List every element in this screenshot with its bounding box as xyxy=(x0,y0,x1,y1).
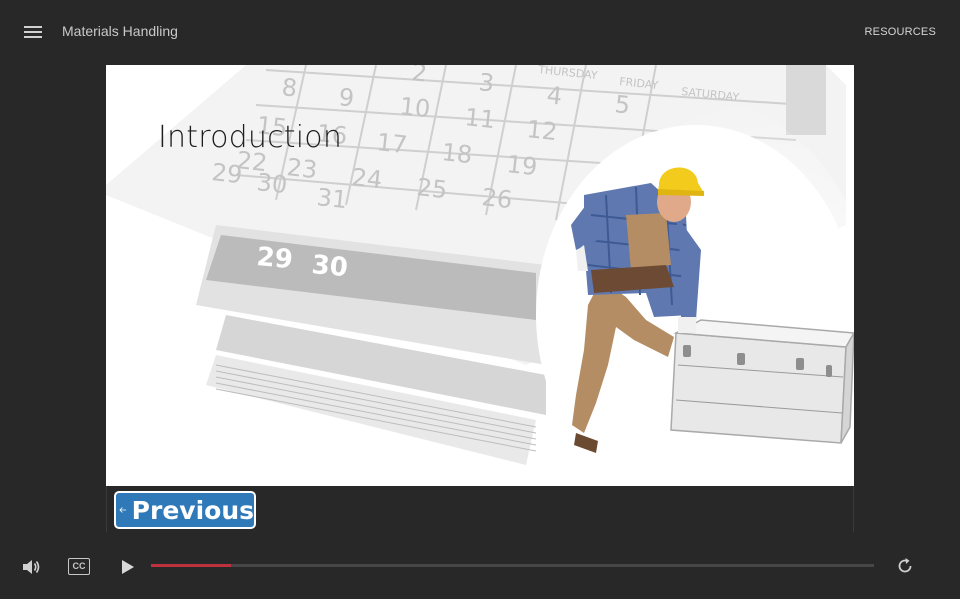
calendar-number: 23 xyxy=(285,153,318,184)
calendar-page-number: 30 xyxy=(310,250,349,283)
previous-button[interactable]: Previous xyxy=(114,491,256,529)
progress-bar-fill xyxy=(151,564,231,567)
replay-icon[interactable] xyxy=(896,557,914,575)
calendar-number: 2 xyxy=(410,65,428,88)
top-bar: Materials Handling RESOURCES xyxy=(0,0,960,64)
slide-title: Introduction xyxy=(158,120,343,155)
calendar-page-number: 29 xyxy=(255,242,294,275)
calendar-number: 9 xyxy=(337,83,355,112)
calendar-number: 3 xyxy=(477,68,495,97)
calendar-number: 5 xyxy=(613,90,631,119)
resources-button[interactable]: RESOURCES xyxy=(865,26,936,38)
arrow-left-icon xyxy=(119,507,127,513)
hamburger-menu-icon[interactable] xyxy=(24,26,42,39)
volume-icon[interactable] xyxy=(21,558,41,576)
calendar-number: 25 xyxy=(415,173,448,204)
calendar-number: 29 xyxy=(210,158,243,189)
calendar-number: 19 xyxy=(505,150,538,181)
closed-captions-button[interactable]: CC xyxy=(68,558,90,575)
calendar-number: 31 xyxy=(315,183,348,214)
calendar-number: 30 xyxy=(255,168,288,199)
calendar-number: 4 xyxy=(545,81,563,110)
calendar-number: 8 xyxy=(280,73,298,102)
calendar-number: 18 xyxy=(440,138,473,169)
calendar-number: 10 xyxy=(398,92,431,123)
play-icon[interactable] xyxy=(121,559,135,575)
progress-bar[interactable] xyxy=(151,564,874,567)
calendar-number: 12 xyxy=(525,115,558,146)
calendar-number: 26 xyxy=(480,183,513,214)
calendar-number: 24 xyxy=(350,163,383,194)
player-controls: CC xyxy=(0,540,960,599)
slide-canvas: 2 3 4 5 8 9 10 11 12 15 16 17 18 19 22 23 24 25 26 29 30 31 T… xyxy=(106,65,854,486)
calendar-number: 17 xyxy=(375,128,408,159)
calendar-number: 11 xyxy=(463,103,496,134)
course-title: Materials Handling xyxy=(62,23,178,39)
previous-button-label: Previous xyxy=(131,495,254,525)
